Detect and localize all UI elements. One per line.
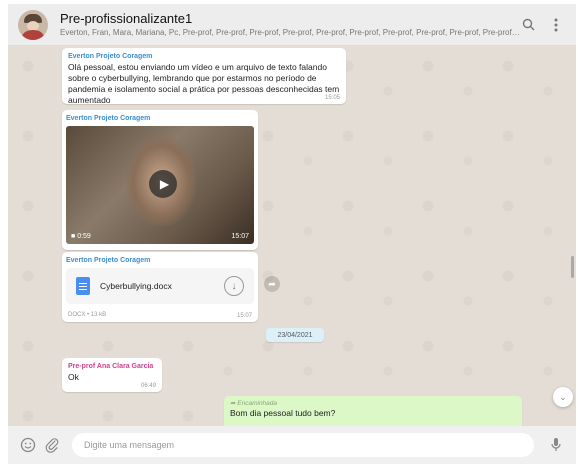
download-icon[interactable]: ↓ (224, 276, 244, 296)
chat-title: Pre-profissionalizante1 (60, 10, 193, 26)
video-duration: ■ 0:59 (71, 233, 91, 240)
sender-name[interactable]: Pre-prof Ana Clara Garcia (68, 362, 156, 372)
video-thumbnail[interactable]: ▶ ■ 0:59 15:07 (66, 126, 254, 244)
message-time: 15:07 (236, 313, 252, 319)
document-name: Cyberbullying.docx (100, 281, 172, 291)
search-icon[interactable] (514, 11, 542, 39)
scroll-down-icon[interactable]: ⌄ (553, 387, 573, 407)
document-message[interactable]: Everton Projeto Coragem Cyberbullying.do… (62, 252, 258, 322)
document-meta: DOCX • 13 kB (68, 312, 107, 318)
message-time: 06:49 (140, 383, 156, 389)
emoji-icon[interactable] (16, 433, 40, 457)
chat-info[interactable]: Pre-profissionalizante1 Everton, Fran, M… (60, 10, 520, 39)
scrollbar[interactable] (571, 256, 574, 278)
message-input[interactable] (72, 433, 534, 457)
message-bubble[interactable]: Everton Projeto Coragem Olá pessoal, est… (62, 48, 346, 105)
paperclip-icon[interactable] (40, 433, 64, 457)
forwarded-label: ➦ Encaminhada (230, 400, 278, 407)
play-icon[interactable]: ▶ (149, 170, 177, 198)
composer (8, 426, 576, 464)
sender-name[interactable]: Everton Projeto Coragem (66, 114, 254, 124)
video-message[interactable]: Everton Projeto Coragem ▶ ■ 0:59 15:07 (62, 110, 258, 250)
message-text: Ok (68, 372, 79, 382)
participants-list: Everton, Fran, Mara, Mariana, Pc, Pre-pr… (60, 27, 520, 37)
message-time: 15:07 (231, 233, 249, 240)
document-attachment[interactable]: Cyberbullying.docx ↓ (66, 268, 254, 304)
message-list[interactable]: Everton Projeto Coragem Olá pessoal, est… (8, 46, 576, 426)
more-vertical-icon[interactable] (542, 11, 570, 39)
group-avatar[interactable] (18, 9, 48, 40)
document-icon (76, 277, 90, 295)
outgoing-message[interactable]: ➦ Encaminhada Bom dia pessoal tudo bem? (224, 396, 522, 426)
chat-header[interactable]: Pre-profissionalizante1 Everton, Fran, M… (8, 4, 576, 46)
microphone-icon[interactable] (544, 433, 568, 457)
message-text: Olá pessoal, estou enviando um vídeo e u… (68, 62, 340, 105)
date-separator: 23/04/2021 (266, 328, 324, 342)
sender-name[interactable]: Everton Projeto Coragem (68, 52, 340, 62)
forward-icon[interactable]: ➦ (264, 276, 280, 292)
message-text: Bom dia pessoal tudo bem? (230, 408, 336, 418)
sender-name[interactable]: Everton Projeto Coragem (66, 256, 254, 266)
message-bubble[interactable]: Pre-prof Ana Clara Garcia Ok 06:49 (62, 358, 162, 392)
message-time: 15:05 (324, 95, 340, 101)
